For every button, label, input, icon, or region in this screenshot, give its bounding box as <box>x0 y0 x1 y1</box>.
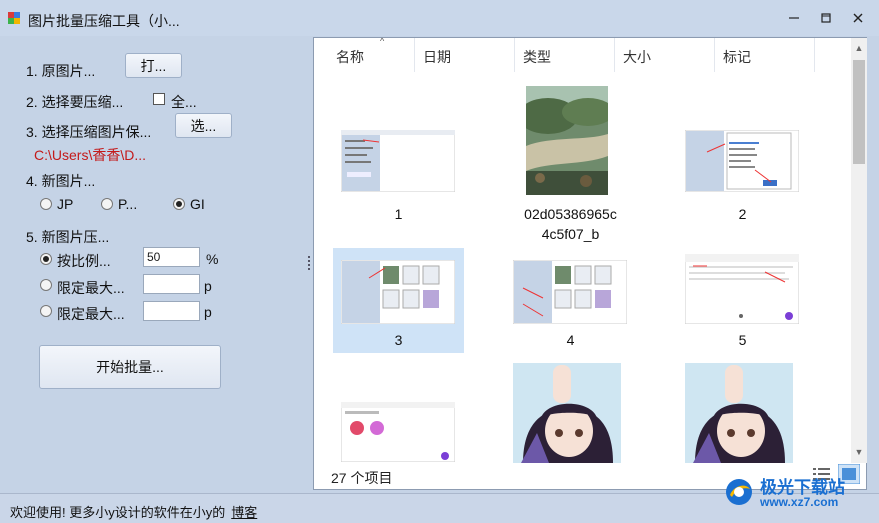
app-icon <box>8 12 22 24</box>
start-batch-button[interactable]: 开始批量... <box>39 345 221 389</box>
max-height-input[interactable] <box>143 301 200 321</box>
format-label-gif: GI <box>190 196 205 212</box>
title-bar: 图片批量压缩工具（小... <box>0 0 879 36</box>
minimize-icon <box>789 17 799 19</box>
format-label-png: P... <box>118 196 138 212</box>
brand-url: www.xz7.com <box>760 495 839 509</box>
select-all-checkbox[interactable] <box>153 93 165 105</box>
screenshot-thumbnail <box>685 254 799 324</box>
landscape-photo-thumbnail <box>526 86 608 195</box>
maximize-button[interactable] <box>811 7 841 29</box>
screenshot-thumbnail <box>685 130 799 192</box>
watermark: 极光下载站 www.xz7.com <box>724 471 874 517</box>
minimize-button[interactable] <box>779 7 809 29</box>
max-height-unit: p <box>204 304 212 320</box>
step2-label: 2. 选择要压缩... <box>26 94 124 110</box>
vertical-scrollbar[interactable]: ▲ ▼ <box>851 38 867 463</box>
step4-label: 4. 新图片... <box>26 173 96 189</box>
ratio-unit: % <box>206 251 219 267</box>
file-browser: ^ 名称 日期 类型 大小 标记 1 02d05386965c 4c5f07_b… <box>313 37 867 490</box>
max-width-radio[interactable] <box>40 279 52 291</box>
screenshot-thumbnail <box>341 130 455 192</box>
file-tile[interactable]: 2 <box>677 118 808 223</box>
sort-ascending-icon: ^ <box>380 37 385 46</box>
format-label-jpg: JP <box>57 196 74 212</box>
column-name[interactable]: ^ 名称 <box>328 38 415 72</box>
file-name: 4 <box>566 332 575 348</box>
file-name-line1: 02d05386965c <box>524 206 617 222</box>
file-tile[interactable]: 02d05386965c 4c5f07_b <box>505 83 636 243</box>
ratio-input[interactable]: 50 <box>143 247 200 267</box>
step5-label: 5. 新图片压... <box>26 229 110 245</box>
file-tile[interactable]: 4 <box>505 248 636 353</box>
file-name-line2: 4c5f07_b <box>541 226 600 242</box>
step3-label: 3. 选择压缩图片保... <box>26 124 152 140</box>
save-path: C:\Users\香香\D... <box>34 147 147 163</box>
window-title: 图片批量压缩工具（小... <box>28 13 180 29</box>
open-source-button[interactable]: 打... <box>125 53 182 78</box>
column-tag[interactable]: 标记 <box>715 38 815 72</box>
scroll-up-icon[interactable]: ▲ <box>851 40 867 56</box>
format-radio-gif[interactable] <box>173 198 185 210</box>
item-count: 27 个项目 <box>331 470 393 486</box>
panel-splitter[interactable] <box>307 255 311 273</box>
blog-link[interactable]: 博客 <box>231 505 257 520</box>
format-radio-png[interactable] <box>101 198 113 210</box>
column-date[interactable]: 日期 <box>415 38 515 72</box>
scroll-down-icon[interactable]: ▼ <box>851 444 867 460</box>
screenshot-thumbnail <box>513 260 627 324</box>
file-name: 2 <box>738 206 747 222</box>
max-height-label: 限定最大... <box>57 306 125 322</box>
brand-logo-icon <box>726 479 752 505</box>
status-text: 欢迎使用! 更多小y设计的软件在小y的 <box>10 505 226 520</box>
format-radio-jpg[interactable] <box>40 198 52 210</box>
close-icon <box>853 13 863 23</box>
status-message: 欢迎使用! 更多小y设计的软件在小y的 博客 <box>10 502 257 521</box>
file-tile[interactable]: 5 <box>677 248 808 353</box>
screenshot-thumbnail <box>341 260 455 324</box>
ratio-radio[interactable] <box>40 253 52 265</box>
file-name: 5 <box>738 332 747 348</box>
scroll-thumb[interactable] <box>853 60 865 164</box>
max-width-input[interactable] <box>143 274 200 294</box>
max-width-unit: p <box>204 278 212 294</box>
step1-label: 1. 原图片... <box>26 63 96 79</box>
file-tile[interactable] <box>677 358 808 463</box>
file-name: 1 <box>394 206 403 222</box>
ratio-label: 按比例... <box>57 253 111 269</box>
column-size[interactable]: 大小 <box>615 38 715 72</box>
screenshot-thumbnail <box>341 402 455 462</box>
column-type[interactable]: 类型 <box>515 38 615 72</box>
anime-art-thumbnail <box>513 363 621 463</box>
max-width-label: 限定最大... <box>57 280 125 296</box>
file-tile-selected[interactable]: 3 <box>333 248 464 353</box>
maximize-icon <box>821 13 831 23</box>
file-name: 02d05386965c 4c5f07_b <box>505 204 636 244</box>
file-tile[interactable] <box>333 368 464 463</box>
settings-panel: 1. 原图片... 打... 2. 选择要压缩... 全... 3. 选择压缩图… <box>0 36 305 493</box>
close-button[interactable] <box>843 7 873 29</box>
max-height-radio[interactable] <box>40 305 52 317</box>
anime-art-thumbnail <box>685 363 793 463</box>
file-tile[interactable] <box>505 358 636 463</box>
select-all-label: 全... <box>171 94 197 110</box>
file-tile[interactable]: 1 <box>333 118 464 223</box>
file-name: 3 <box>394 332 403 348</box>
choose-folder-button[interactable]: 选... <box>175 113 232 138</box>
column-name-label: 名称 <box>336 49 364 65</box>
